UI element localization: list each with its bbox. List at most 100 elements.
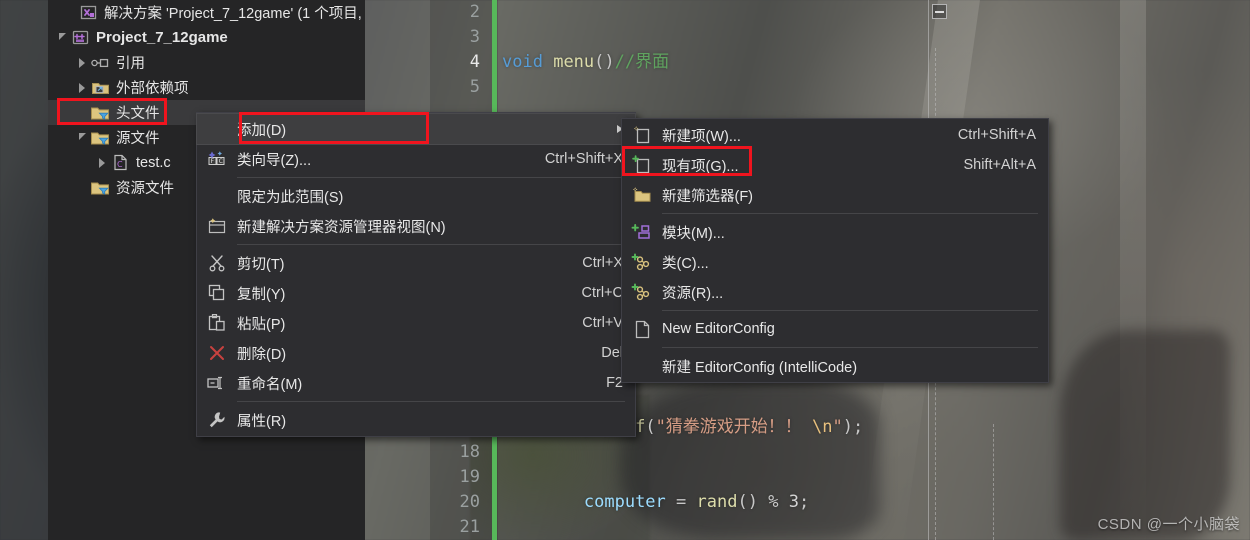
svg-text:C: C (117, 160, 123, 169)
filter-folder-icon (90, 179, 110, 197)
menu-separator (662, 310, 1038, 311)
line-number-current: 4 (469, 52, 480, 72)
submenu-item-new-item[interactable]: 新建项(W)... Ctrl+Shift+A (622, 120, 1048, 150)
menu-separator (237, 177, 625, 178)
tree-row-solution[interactable]: 解决方案 'Project_7_12game' (1 个项目, 共 (48, 0, 365, 25)
menu-item-label: 新建解决方案资源管理器视图(N) (237, 219, 446, 236)
module-icon (622, 221, 662, 243)
code-line: void menu()//界面 (502, 52, 670, 72)
menu-item-shortcut: F2 (606, 375, 623, 391)
expander-placeholder (62, 0, 78, 25)
external-deps-icon (90, 79, 110, 97)
expander-closed-external-deps[interactable] (74, 75, 90, 100)
context-menu[interactable]: 添加(D) F C 类向导(Z)... Ctrl+Shift+X 限定为此范围(… (196, 112, 636, 437)
menu-item-delete[interactable]: 删除(D) Del (197, 338, 635, 368)
class-wizard-icon: F C (197, 148, 237, 170)
menu-item-shortcut: Ctrl+C (581, 285, 624, 301)
background-shade (0, 0, 48, 540)
tree-label: 源文件 (116, 131, 160, 147)
tree-label: 引用 (116, 56, 145, 72)
submenu-item-shortcut: Shift+Alt+A (963, 157, 1036, 173)
submenu-item-module[interactable]: 模块(M)... (622, 217, 1048, 247)
menu-separator (662, 347, 1038, 348)
menu-item-label: 粘贴(P) (237, 316, 286, 333)
filter-folder-icon (90, 129, 110, 147)
solution-title: 解决方案 'Project_7_12game' (1 个项目, 共 (104, 6, 361, 22)
submenu-item-existing-item[interactable]: 现有项(G)... Shift+Alt+A (622, 150, 1048, 180)
filter-folder-icon (90, 104, 110, 122)
line-number: 18 (459, 442, 480, 462)
tree-row-external-dependencies[interactable]: 外部依赖项 (48, 75, 365, 100)
submenu-item-new-editorconfig-intellicode[interactable]: 新建 EditorConfig (IntelliCode) (622, 351, 1048, 381)
menu-item-shortcut: Del (601, 345, 623, 361)
tree-label: 资源文件 (116, 181, 174, 197)
add-class-icon (622, 251, 662, 273)
menu-item-label: 复制(Y) (237, 286, 286, 303)
submenu-item-label: New EditorConfig (662, 321, 775, 337)
menu-item-label: 删除(D) (237, 346, 287, 363)
menu-separator (662, 213, 1038, 214)
submenu-item-label: 资源(R)... (662, 285, 724, 302)
menu-item-shortcut: Ctrl+X (582, 255, 623, 271)
menu-item-paste[interactable]: 粘贴(P) Ctrl+V (197, 308, 635, 338)
menu-item-label: 重命名(M) (237, 376, 303, 393)
line-number: 3 (469, 27, 480, 47)
menu-item-shortcut: Ctrl+V (582, 315, 623, 331)
submenu-item-resource[interactable]: 资源(R)... (622, 277, 1048, 307)
expander-closed-references[interactable] (74, 50, 90, 75)
submenu-item-new-filter[interactable]: 新建筛选器(F) (622, 180, 1048, 210)
paste-icon (197, 312, 237, 334)
new-item-icon (622, 124, 662, 146)
svg-text:C: C (219, 158, 223, 165)
solution-icon (78, 4, 98, 22)
menu-item-scope-to-this[interactable]: 限定为此范围(S) (197, 181, 635, 211)
tree-row-references[interactable]: 引用 (48, 50, 365, 75)
menu-item-properties[interactable]: 属性(R) (197, 405, 635, 435)
line-number: 5 (469, 77, 480, 97)
submenu-item-label: 类(C)... (662, 255, 709, 272)
menu-item-label: 添加(D) (237, 122, 287, 139)
submenu-item-label: 模块(M)... (662, 225, 725, 242)
submenu-item-label: 现有项(G)... (662, 158, 739, 175)
line-number-column-top: 2 3 4 5 (430, 0, 486, 100)
tree-label: 外部依赖项 (116, 81, 189, 97)
add-resource-icon (622, 281, 662, 303)
add-submenu[interactable]: 新建项(W)... Ctrl+Shift+A 现有项(G)... Shift+A… (621, 118, 1049, 383)
menu-item-label: 属性(R) (237, 413, 287, 430)
tree-row-project[interactable]: Project_7_12game (48, 25, 365, 50)
c-file-icon: C (110, 154, 130, 172)
delete-x-icon (197, 342, 237, 364)
submenu-item-new-editorconfig[interactable]: New EditorConfig (622, 314, 1048, 344)
file-icon (622, 318, 662, 340)
menu-item-label: 类向导(Z)... (237, 152, 312, 169)
submenu-item-label: 新建 EditorConfig (IntelliCode) (662, 359, 858, 376)
menu-icon-placeholder (622, 355, 662, 377)
cpp-project-icon (70, 29, 90, 47)
new-filter-icon (622, 184, 662, 206)
vs-window: 2 3 4 5 17 18 19 20 21 void menu()//界面 {… (0, 0, 1250, 540)
submenu-item-class[interactable]: 类(C)... (622, 247, 1048, 277)
menu-item-add[interactable]: 添加(D) (196, 113, 636, 145)
existing-item-icon (622, 154, 662, 176)
line-number: 2 (469, 2, 480, 22)
menu-item-cut[interactable]: 剪切(T) Ctrl+X (197, 248, 635, 278)
menu-item-label: 限定为此范围(S) (237, 189, 344, 206)
menu-separator (237, 401, 625, 402)
project-name: Project_7_12game (96, 29, 228, 46)
file-name: test.c (136, 154, 171, 171)
expander-open-source-files[interactable] (74, 125, 90, 150)
expander-closed-test-c[interactable] (94, 150, 110, 175)
menu-item-class-wizard[interactable]: F C 类向导(Z)... Ctrl+Shift+X (197, 144, 635, 174)
menu-item-new-solution-explorer-view[interactable]: 新建解决方案资源管理器视图(N) (197, 211, 635, 241)
menu-item-label: 剪切(T) (237, 256, 285, 273)
line-number: 19 (459, 467, 480, 487)
submenu-item-label: 新建项(W)... (662, 128, 741, 145)
menu-separator (237, 244, 625, 245)
wrench-icon (197, 409, 237, 431)
csdn-watermark: CSDN @一个小脑袋 (1097, 516, 1240, 533)
menu-item-copy[interactable]: 复制(Y) Ctrl+C (197, 278, 635, 308)
menu-item-rename[interactable]: 重命名(M) F2 (197, 368, 635, 398)
code-line: computer = rand() % 3; (583, 492, 810, 512)
tree-label: 头文件 (116, 106, 160, 122)
expander-open-project[interactable] (54, 25, 70, 50)
